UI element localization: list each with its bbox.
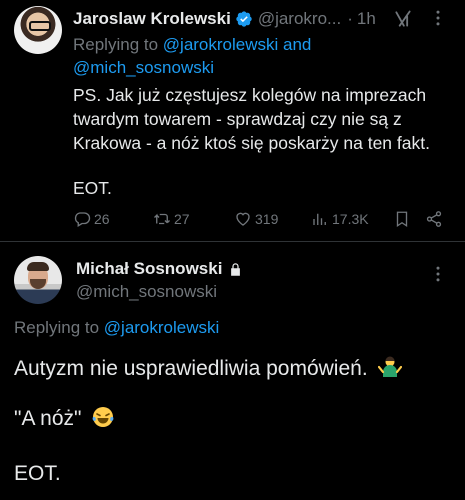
replying-prefix: Replying to bbox=[73, 35, 163, 54]
repost-button[interactable]: 27 bbox=[153, 210, 190, 228]
views-count: 17.3K bbox=[332, 211, 369, 227]
tweet-2-line-1-text: Autyzm nie usprawiedliwia pomówień. bbox=[14, 357, 368, 380]
repost-icon bbox=[154, 213, 170, 225]
views-button[interactable]: 17.3K bbox=[311, 210, 369, 228]
replying-prefix: Replying to bbox=[14, 318, 104, 337]
mention-link[interactable]: @jarokrolewski bbox=[163, 35, 279, 54]
replying-and[interactable]: and bbox=[278, 35, 311, 54]
lock-icon bbox=[231, 262, 241, 276]
author-handle[interactable]: @mich_sosnowski bbox=[76, 282, 217, 302]
tweet-actions: 26 27 319 17.3K bbox=[73, 210, 453, 232]
avatar-jaroslaw[interactable] bbox=[14, 6, 62, 54]
replying-to: Replying to @jarokrolewski and @mich_sos… bbox=[73, 33, 453, 79]
bookmark-icon[interactable] bbox=[393, 210, 411, 228]
tweet-2-line-1: Autyzm nie usprawiedliwia pomówień. bbox=[14, 355, 402, 381]
like-count: 319 bbox=[255, 211, 279, 227]
verified-badge-icon[interactable] bbox=[235, 10, 253, 28]
reply-icon bbox=[74, 212, 91, 227]
tweet-2-line-2: "A nóż" bbox=[14, 405, 115, 431]
author-name-row: Michał Sosnowski bbox=[76, 259, 243, 279]
repost-count: 27 bbox=[174, 211, 190, 227]
replying-to: Replying to @jarokrolewski bbox=[14, 318, 219, 338]
reply-count: 26 bbox=[94, 211, 110, 227]
author-name[interactable]: Jaroslaw Krolewski bbox=[73, 9, 231, 29]
laughing-emoji bbox=[92, 407, 114, 427]
time-separator: · bbox=[347, 9, 353, 28]
tweet-1-header: Jaroslaw Krolewski @jarokro... · 1h bbox=[73, 8, 376, 30]
mention-link[interactable]: @jarokrolewski bbox=[104, 318, 220, 337]
like-icon bbox=[236, 212, 250, 226]
mention-link[interactable]: @mich_sosnowski bbox=[73, 58, 214, 77]
share-icon[interactable] bbox=[425, 210, 443, 228]
more-icon[interactable] bbox=[428, 264, 448, 284]
tweet-2-eot: EOT. bbox=[14, 462, 61, 485]
tweet-1[interactable]: Jaroslaw Krolewski @jarokro... · 1h Repl… bbox=[0, 0, 465, 241]
reply-button[interactable]: 26 bbox=[73, 210, 110, 228]
tweet-2-line-2-text: "A nóż" bbox=[14, 407, 82, 430]
shrug-emoji bbox=[377, 356, 402, 377]
tweet-time[interactable]: 1h bbox=[357, 9, 376, 29]
grok-icon[interactable] bbox=[393, 9, 413, 29]
more-icon[interactable] bbox=[428, 8, 448, 28]
author-name[interactable]: Michał Sosnowski bbox=[76, 259, 222, 279]
author-handle[interactable]: @jarokro... bbox=[258, 9, 341, 29]
avatar-michal[interactable] bbox=[14, 256, 62, 304]
like-button[interactable]: 319 bbox=[234, 210, 278, 228]
tweet-1-text: PS. Jak już częstujesz kolegów na imprez… bbox=[73, 85, 430, 153]
tweet-1-eot: EOT. bbox=[73, 178, 112, 198]
views-icon bbox=[313, 213, 326, 225]
divider bbox=[0, 241, 465, 242]
